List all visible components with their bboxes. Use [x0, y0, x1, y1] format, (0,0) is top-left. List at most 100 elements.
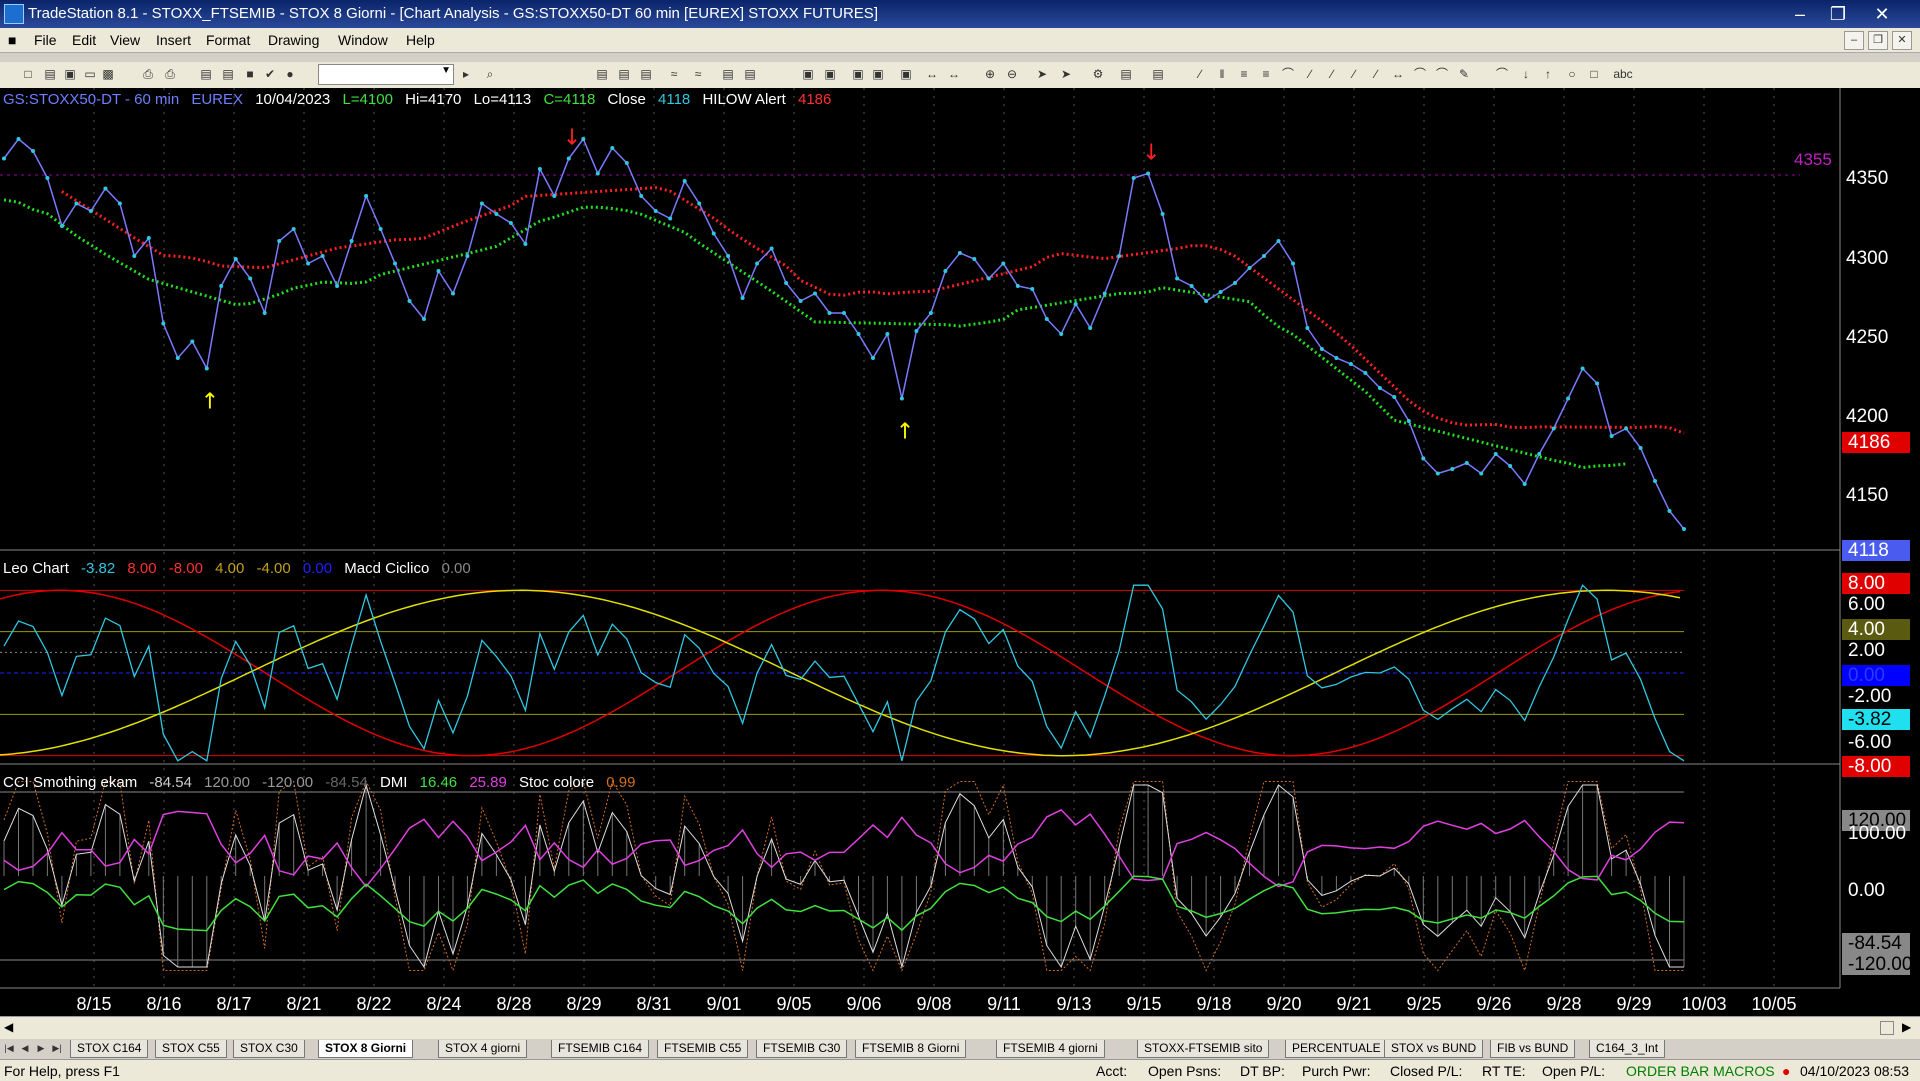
bar-spacing2-icon[interactable]: ↔ [946, 66, 962, 82]
curve-icon[interactable]: ⌒ [1494, 66, 1510, 82]
window3-icon[interactable]: ▤ [638, 66, 654, 82]
tool5-icon[interactable]: ▣ [898, 66, 914, 82]
tile-icon[interactable]: ▤ [198, 66, 214, 82]
tab-prev-icon[interactable]: ◀ [18, 1041, 32, 1055]
tab-item[interactable]: STOX vs BUND [1384, 1040, 1484, 1058]
rectangle-icon[interactable]: □ [1586, 66, 1602, 82]
cascade-icon[interactable]: ▤ [220, 66, 236, 82]
vertical-lines-icon[interactable]: ‖ [1214, 66, 1230, 82]
status-macros[interactable]: ORDER BAR MACROS [1626, 1063, 1775, 1079]
mdi-minimize-button[interactable]: – [1844, 31, 1864, 50]
tab-item[interactable]: FTSEMIB 8 Giorni [855, 1040, 967, 1058]
tab-item[interactable]: STOXX-FTSEMIB sito [1137, 1040, 1270, 1058]
tab-item[interactable]: PERCENTUALE [1285, 1040, 1388, 1058]
new-icon[interactable]: □ [20, 66, 36, 82]
tab-item[interactable]: FTSEMIB C30 [756, 1040, 848, 1058]
chart-icon[interactable]: ≈ [666, 66, 682, 82]
x-tick-label: 8/15 [76, 994, 112, 1014]
print-preview-icon[interactable]: ⎙ [162, 66, 178, 82]
trendline-icon[interactable]: ∕ [1192, 66, 1208, 82]
text-icon[interactable]: abc [1612, 66, 1634, 82]
save-icon[interactable]: ▣ [62, 66, 78, 82]
pointer-icon[interactable]: ➤ [1034, 66, 1050, 82]
open-icon[interactable]: ▤ [42, 66, 58, 82]
cycle2-icon[interactable]: ⌒ [1434, 66, 1450, 82]
tab-item[interactable]: FTSEMIB C164 [551, 1040, 650, 1058]
tab-item[interactable]: STOX 4 giorni [438, 1040, 528, 1058]
arc-icon[interactable]: ⌒ [1280, 66, 1296, 82]
tool2-icon[interactable]: ▣ [822, 66, 838, 82]
tab-item[interactable]: FTSEMIB 4 giorni [996, 1040, 1105, 1058]
menu-insert[interactable]: Insert [156, 32, 191, 48]
scroll-right-icon[interactable]: ▶ [1902, 1020, 1911, 1034]
zoom-icon[interactable]: ⌕ [482, 66, 498, 82]
chart4-icon[interactable]: ▤ [742, 66, 758, 82]
tab-item[interactable]: STOX C55 [155, 1040, 227, 1058]
maximize-button[interactable]: ❐ [1818, 2, 1858, 26]
tab-item[interactable]: FIB vs BUND [1490, 1040, 1576, 1058]
window-icon[interactable]: ▤ [594, 66, 610, 82]
chart-area[interactable]: ↑ ↑ ↓ ↓ GS:STOXX50-DT - 60 min EUREX 10/04/… [0, 88, 1920, 1016]
tab-item[interactable]: C164_3_Int [1589, 1040, 1666, 1058]
line-icon[interactable]: ∕ [1302, 66, 1318, 82]
gann-icon[interactable]: ∕ [1368, 66, 1384, 82]
mdi-close-button[interactable]: ✕ [1892, 31, 1912, 50]
arrow-up-icon[interactable]: ↑ [1540, 66, 1556, 82]
menu-drawing[interactable]: Drawing [268, 32, 319, 48]
scroll-left-icon[interactable]: ◀ [4, 1020, 13, 1034]
tab-item[interactable]: STOX C164 [70, 1040, 149, 1058]
tab-next-icon[interactable]: ▶ [34, 1041, 48, 1055]
ellipse-icon[interactable]: ○ [1564, 66, 1580, 82]
settings-icon[interactable]: ⚙ [1090, 66, 1106, 82]
menu-format[interactable]: Format [206, 32, 250, 48]
pointer2-icon[interactable]: ➤ [1058, 66, 1074, 82]
print-icon[interactable]: ⎙ [140, 66, 156, 82]
menu-doc-icon[interactable]: ■ [8, 32, 16, 48]
copy-icon[interactable]: ▭ [82, 66, 98, 82]
zoom-in-icon[interactable]: ⊕ [982, 66, 998, 82]
horizontal-line-icon[interactable]: ≡ [1236, 66, 1252, 82]
tab-first-icon[interactable]: |◀ [2, 1041, 16, 1055]
folder-icon[interactable]: ▩ [100, 66, 116, 82]
cursor-icon[interactable]: ✔ [262, 66, 278, 82]
symbol-combo[interactable]: ▼ [318, 64, 454, 85]
cycle-icon[interactable]: ⌒ [1412, 66, 1428, 82]
x-tick-label: 9/25 [1406, 994, 1442, 1014]
minimize-button[interactable]: – [1780, 2, 1820, 26]
arrow-right-icon[interactable]: ▸ [458, 66, 474, 82]
tool-icon[interactable]: ▣ [800, 66, 816, 82]
price-point [740, 296, 745, 300]
tool3-icon[interactable]: ▣ [850, 66, 866, 82]
window2-icon[interactable]: ▤ [616, 66, 632, 82]
menu-edit[interactable]: Edit [72, 32, 96, 48]
hline-icon[interactable]: ↔ [1390, 66, 1406, 82]
lock-icon[interactable]: ■ [242, 66, 258, 82]
tab-item[interactable]: FTSEMIB C55 [657, 1040, 749, 1058]
arrow-down-icon[interactable]: ↓ [1518, 66, 1534, 82]
x-tick-label: 8/28 [496, 994, 532, 1014]
zoom-out-icon[interactable]: ⊖ [1004, 66, 1020, 82]
horizontal-scrollbar[interactable]: ◀ ▶ [0, 1016, 1920, 1039]
speed-line-icon[interactable]: ∕ [1346, 66, 1362, 82]
pencil-icon[interactable]: ✎ [1456, 66, 1472, 82]
link-icon[interactable]: ▤ [1118, 66, 1134, 82]
menu-window[interactable]: Window [338, 32, 388, 48]
tab-last-icon[interactable]: ▶| [50, 1041, 64, 1055]
tab-item[interactable]: STOX C30 [233, 1040, 305, 1058]
scroll-thumb[interactable] [1880, 1021, 1894, 1035]
menu-file[interactable]: File [34, 32, 57, 48]
refresh-icon[interactable]: ● [282, 66, 298, 82]
chart3-icon[interactable]: ▤ [720, 66, 736, 82]
tool4-icon[interactable]: ▣ [870, 66, 886, 82]
stoc-value: 0.99 [606, 774, 636, 791]
link2-icon[interactable]: ▤ [1150, 66, 1166, 82]
mdi-restore-button[interactable]: ❐ [1868, 31, 1888, 50]
close-button[interactable]: ✕ [1862, 2, 1902, 26]
bar-spacing-icon[interactable]: ↔ [924, 66, 940, 82]
fib-icon[interactable]: ≡ [1258, 66, 1274, 82]
channel-icon[interactable]: ∕ [1324, 66, 1340, 82]
tab-item[interactable]: STOX 8 Giorni [318, 1040, 414, 1058]
menu-view[interactable]: View [110, 32, 140, 48]
chart2-icon[interactable]: ≈ [690, 66, 706, 82]
menu-help[interactable]: Help [406, 32, 435, 48]
